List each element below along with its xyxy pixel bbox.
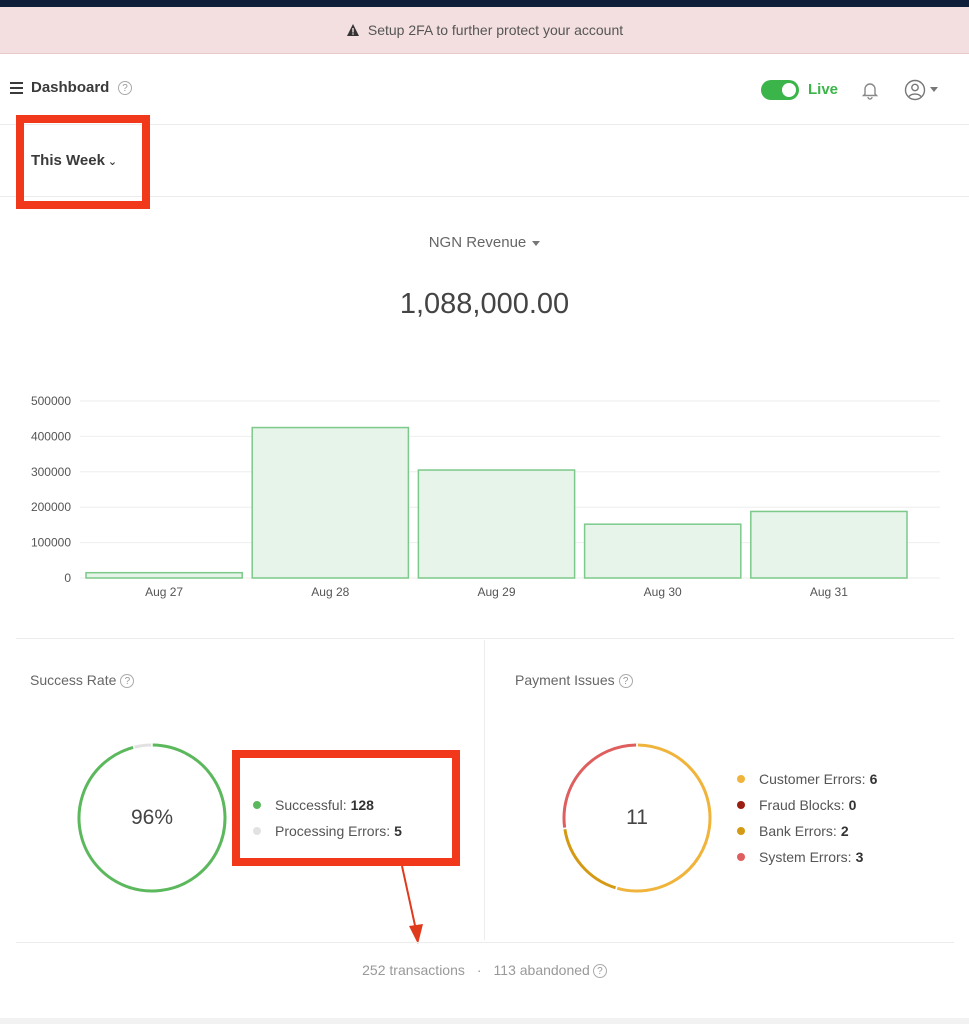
currency-revenue-dropdown[interactable]: NGN Revenue — [0, 234, 969, 251]
bar-aug-30[interactable] — [583, 523, 742, 579]
y-tick-label: 200000 — [31, 500, 71, 514]
x-tick-label: Aug 29 — [477, 585, 515, 599]
x-tick-label: Aug 28 — [311, 585, 349, 599]
legend-item: Bank Errors: 2 — [737, 818, 877, 844]
bar-aug-28[interactable] — [251, 426, 410, 579]
hamburger-menu-icon[interactable] — [10, 82, 23, 94]
transactions-count[interactable]: 252 transactions — [362, 962, 465, 978]
legend-dot — [737, 775, 745, 783]
legend-label: Fraud Blocks: — [759, 797, 845, 813]
help-icon[interactable]: ? — [120, 674, 135, 689]
legend-value: 2 — [840, 823, 849, 839]
x-tick-label: Aug 31 — [810, 585, 848, 599]
section-divider — [16, 638, 954, 639]
help-icon[interactable]: ? — [592, 964, 607, 979]
x-tick-label: Aug 30 — [644, 585, 682, 599]
live-mode-toggle[interactable] — [761, 80, 799, 100]
highlight-box-success-legend — [232, 750, 460, 866]
payment-issues-title-text: Payment Issues — [515, 672, 615, 688]
processing-errors-arc — [134, 743, 152, 749]
legend-label: Bank Errors: — [759, 823, 837, 839]
transactions-summary: 252 transactions · 113 abandoned? — [0, 962, 969, 979]
section-divider — [16, 942, 954, 943]
help-icon[interactable]: ? — [118, 81, 132, 95]
revenue-bar-chart: 500000 400000 300000 200000 100000 0 Aug 27 Aug… — [31, 394, 940, 599]
legend-value: 6 — [869, 771, 878, 787]
y-tick-label: 500000 — [31, 394, 71, 408]
legend-label: System Errors: — [759, 849, 852, 865]
revenue-selector-label: NGN Revenue — [428, 234, 527, 251]
panel-divider — [484, 640, 485, 940]
legend-value: 0 — [848, 797, 857, 813]
payment-issues-legend: Customer Errors: 6 Fraud Blocks: 0 Bank Erro… — [737, 766, 877, 870]
legend-value: 3 — [855, 849, 864, 865]
caret-down-icon — [532, 240, 541, 246]
abandoned-count[interactable]: 113 abandoned — [494, 962, 590, 978]
success-rate-title-text: Success Rate — [30, 672, 117, 688]
y-tick-label: 0 — [64, 571, 71, 585]
legend-item: Fraud Blocks: 0 — [737, 792, 877, 818]
x-tick-label: Aug 27 — [145, 585, 183, 599]
legend-dot — [737, 827, 745, 835]
banner-text: Setup 2FA to further protect your accoun… — [367, 22, 624, 38]
toggle-knob — [782, 83, 796, 97]
separator-dot: · — [476, 962, 482, 978]
bar-aug-29[interactable] — [417, 469, 576, 579]
bottom-bar — [0, 1018, 969, 1024]
legend-dot — [737, 853, 745, 861]
security-banner[interactable]: Setup 2FA to further protect your accoun… — [0, 7, 969, 54]
account-dropdown-caret-icon[interactable] — [930, 87, 938, 92]
legend-dot — [737, 801, 745, 809]
legend-item: Customer Errors: 6 — [737, 766, 877, 792]
notification-bell-icon[interactable] — [860, 80, 880, 100]
bar-aug-27[interactable] — [85, 571, 243, 579]
payment-issues-title: Payment Issues? — [515, 672, 633, 689]
live-label: Live — [808, 81, 839, 98]
user-avatar-icon[interactable] — [904, 79, 926, 101]
top-strip — [0, 0, 969, 7]
legend-item: System Errors: 3 — [737, 844, 877, 870]
y-tick-label: 300000 — [31, 465, 71, 479]
highlight-box-date-filter — [16, 115, 150, 209]
y-tick-label: 400000 — [31, 429, 71, 443]
revenue-total: 1,088,000.00 — [399, 288, 570, 320]
y-tick-label: 100000 — [31, 536, 71, 550]
legend-label: Customer Errors: — [759, 771, 866, 787]
help-icon[interactable]: ? — [618, 674, 633, 689]
warning-icon — [346, 24, 359, 36]
success-rate-title: Success Rate? — [30, 672, 135, 689]
page-title: Dashboard — [31, 79, 110, 96]
payment-issues-total: 11 — [626, 806, 648, 829]
bank-errors-arc — [563, 829, 617, 890]
bar-aug-31[interactable] — [750, 510, 908, 579]
success-rate-percent: 96% — [130, 806, 174, 829]
